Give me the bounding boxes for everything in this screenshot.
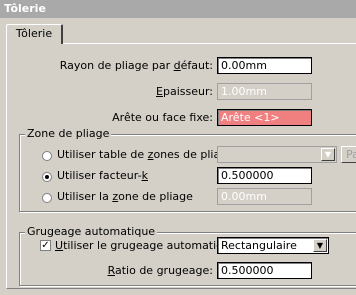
- auto-relief-label[interactable]: Utiliser le grugeage automatique: [55, 239, 237, 252]
- default-radius-input[interactable]: 0.00mm: [217, 57, 312, 74]
- bend-allowance-radio[interactable]: [42, 193, 52, 203]
- k-factor-radio[interactable]: [42, 172, 52, 182]
- auto-relief-label-post: tiliser le grugeage automatique: [63, 239, 237, 252]
- thickness-label: Epaisseur:: [17, 85, 213, 98]
- relief-ratio-label: Ratio de grugeage:: [17, 264, 213, 277]
- fixed-face-input[interactable]: Arête <1>: [217, 109, 312, 126]
- thickness-label-post: paisseur:: [162, 85, 213, 98]
- default-radius-label-post: éfaut:: [180, 59, 213, 72]
- tab-strip: Tôlerie: [6, 22, 356, 44]
- auto-relief-label-accel: U: [55, 239, 64, 252]
- auto-relief-checkbox[interactable]: ✓: [40, 240, 51, 251]
- k-factor-label-accel: k: [141, 169, 148, 182]
- bend-table-radio[interactable]: [42, 151, 52, 161]
- bend-allowance-input: 0.00mm: [217, 188, 312, 205]
- k-factor-input[interactable]: 0.500000: [217, 167, 312, 184]
- bend-table-select: ▼: [217, 146, 337, 163]
- thickness-label-accel: E: [156, 85, 163, 98]
- bend-allowance-label-post: one de pliage: [118, 190, 193, 203]
- default-radius-label-accel: d: [173, 59, 181, 72]
- tab-panel: Rayon de pliage par défaut: 0.00mm Epais…: [6, 43, 356, 289]
- relief-ratio-label-post: atio de grugeage:: [114, 264, 213, 277]
- relief-type-select[interactable]: Rectangulaire ▼: [217, 237, 329, 254]
- default-radius-label: Rayon de pliage par défaut:: [17, 59, 213, 72]
- window-title: Tôlerie: [0, 0, 356, 18]
- k-factor-label-pre: Utiliser facteur-: [57, 169, 142, 182]
- dropdown-arrow-icon: ▼: [321, 148, 335, 161]
- k-factor-label[interactable]: Utiliser facteur-k: [57, 169, 148, 182]
- relief-title: Grugeage automatique: [25, 225, 158, 238]
- bend-table-label[interactable]: Utiliser table de zones de pliage: [57, 148, 234, 161]
- default-radius-label-pre: Rayon de pliage par: [59, 59, 174, 72]
- bend-table-label-pre: Utiliser table de: [57, 148, 148, 161]
- relief-type-value: Rectangulaire: [221, 239, 297, 252]
- tab-tolerie[interactable]: Tôlerie: [6, 24, 63, 44]
- thickness-input: 1.00mm: [217, 83, 312, 100]
- relief-ratio-input[interactable]: 0.500000: [217, 262, 312, 279]
- bend-allowance-label[interactable]: Utiliser la zone de pliage: [57, 190, 193, 203]
- checkmark-icon: ✓: [41, 240, 50, 251]
- relief-ratio-label-accel: R: [107, 264, 115, 277]
- browse-table-button[interactable]: Pa: [341, 146, 356, 163]
- bend-allowance-label-pre: Utiliser la: [57, 190, 113, 203]
- bend-zone-title: Zone de pliage: [25, 127, 112, 140]
- dropdown-arrow-icon[interactable]: ▼: [313, 239, 327, 252]
- fixed-face-label: Arête ou face fixe:: [112, 111, 213, 124]
